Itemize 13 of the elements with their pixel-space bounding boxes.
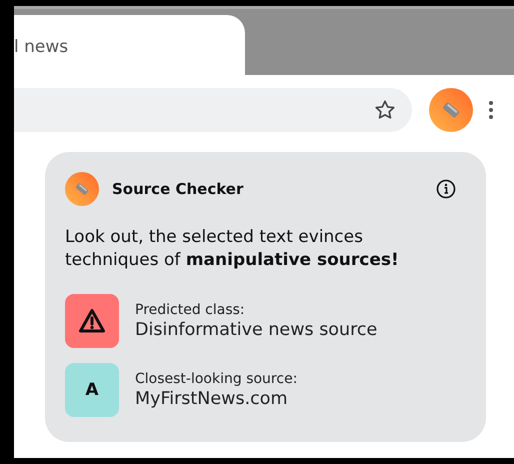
popup-title: Source Checker <box>112 180 244 198</box>
extension-icon[interactable] <box>429 88 473 132</box>
menu-icon[interactable] <box>488 100 494 120</box>
info-icon[interactable] <box>436 179 456 199</box>
browser-tab[interactable]: l news <box>14 15 245 75</box>
result-label: Closest-looking source: <box>135 371 298 387</box>
result-label: Predicted class: <box>135 302 246 318</box>
result-value: Disinformative news source <box>135 320 378 340</box>
letter-badge: A <box>65 363 119 417</box>
result-value: MyFirstNews.com <box>135 389 289 409</box>
star-icon[interactable] <box>374 99 396 121</box>
warning-message: Look out, the selected text evinces techniques of manipulative sources! <box>65 226 400 272</box>
warning-icon <box>78 308 106 334</box>
